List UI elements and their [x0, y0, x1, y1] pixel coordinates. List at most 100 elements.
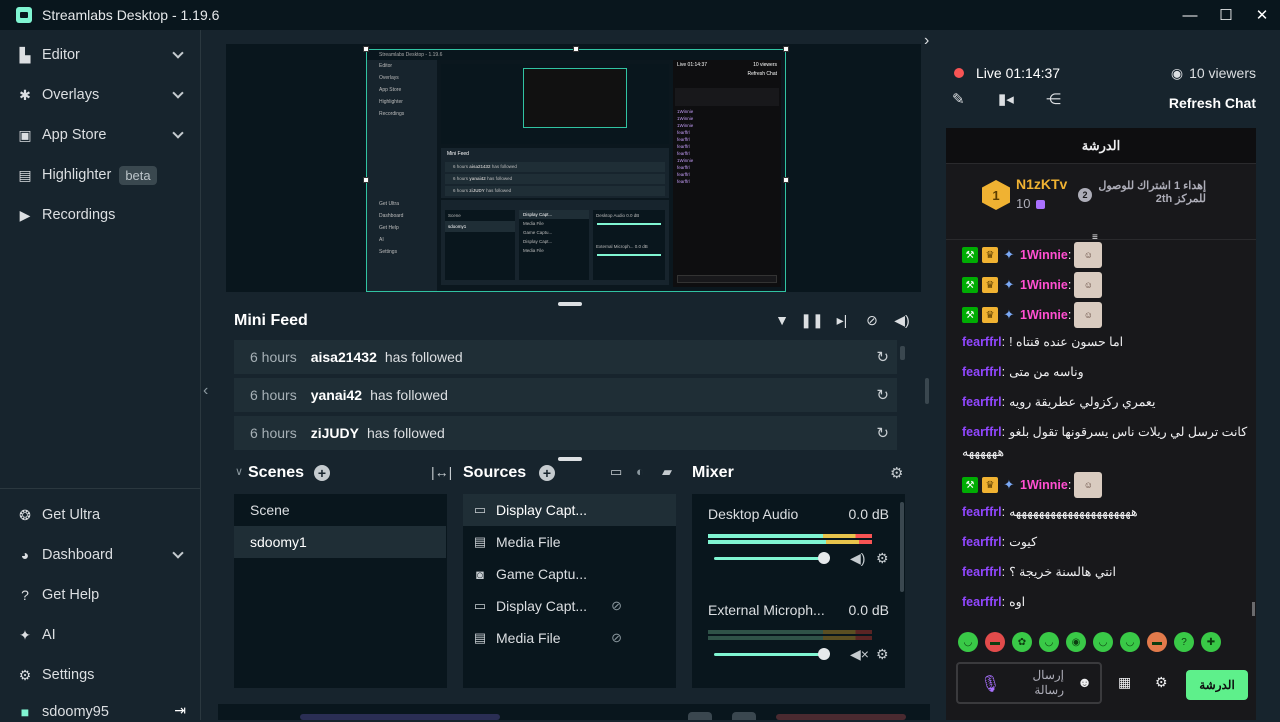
footer-button[interactable]: [688, 712, 712, 720]
sidebar-item-editor[interactable]: ▙ Editor: [0, 35, 200, 75]
smile-emote[interactable]: ◡: [1039, 632, 1059, 652]
camera-icon[interactable]: ▮◂: [998, 90, 1014, 108]
resize-handle[interactable]: [363, 177, 369, 183]
resize-handle[interactable]: [783, 177, 789, 183]
chat-username[interactable]: fearffrl: [962, 535, 1002, 549]
close-button[interactable]: ✕: [1244, 0, 1280, 30]
scene-transitions-icon[interactable]: |↔|: [431, 464, 452, 480]
resize-handle[interactable]: [363, 46, 369, 52]
replay-icon[interactable]: ↻: [876, 424, 889, 442]
speaker-muted-icon[interactable]: ◀×: [850, 646, 869, 663]
resize-handle[interactable]: [783, 46, 789, 52]
store-icon[interactable]: ▦: [1118, 674, 1131, 691]
mini-feed-scrollbar[interactable]: [900, 346, 905, 360]
stream-preview[interactable]: Streamlabs Desktop - 1.19.6 Editor Overl…: [226, 44, 921, 292]
think-emote[interactable]: ?: [1174, 632, 1194, 652]
replay-icon[interactable]: ↻: [876, 348, 889, 366]
feed-row[interactable]: 6 hours ziJUDY has followed ↻: [234, 416, 897, 450]
volume-slider[interactable]: [714, 653, 824, 656]
scene-item[interactable]: Scene: [234, 494, 446, 526]
source-item-selected[interactable]: ▭ Display Capt...: [463, 494, 676, 526]
sidebar-item-get-help[interactable]: ? Get Help: [0, 575, 200, 615]
chat-send-button[interactable]: الدرشة: [1186, 670, 1248, 700]
eye-hidden-icon[interactable]: ⊘: [611, 598, 622, 614]
source-item[interactable]: ▤ Media File: [463, 526, 676, 558]
chat-username[interactable]: fearffrl: [962, 365, 1002, 379]
chat-settings-icon[interactable]: ⚙: [1155, 674, 1168, 691]
source-item[interactable]: ▭ Display Capt... ⊘: [463, 590, 676, 622]
chat-username[interactable]: 1Winnie: [1020, 278, 1068, 292]
chevron-down-icon[interactable]: [172, 87, 184, 99]
mixer-scrollbar[interactable]: [900, 502, 904, 592]
minimize-button[interactable]: —: [1172, 0, 1208, 30]
channel-settings-icon[interactable]: ⚙: [876, 646, 889, 663]
microphone-icon[interactable]: 🎙: [980, 674, 1000, 694]
filter-icon[interactable]: ▼: [773, 311, 791, 329]
eye-emote[interactable]: ◉: [1066, 632, 1086, 652]
wave-emote[interactable]: ◡: [1120, 632, 1140, 652]
collapse-sidebar-chevron-icon[interactable]: ‹: [203, 382, 208, 400]
refresh-chat-button[interactable]: Refresh Chat: [1169, 95, 1256, 111]
resize-handle[interactable]: [573, 46, 579, 52]
chat-username[interactable]: 1Winnie: [1020, 308, 1068, 322]
emoji-picker-icon[interactable]: ☻: [1077, 674, 1092, 690]
clown-emote[interactable]: ✿: [1012, 632, 1032, 652]
sidebar-item-overlays[interactable]: ✱ Overlays: [0, 75, 200, 115]
sidebar-item-dashboard[interactable]: ◕ Dashboard: [0, 535, 200, 575]
maximize-button[interactable]: ☐: [1208, 0, 1244, 30]
chat-username[interactable]: fearffrl: [962, 335, 1002, 349]
chat-input[interactable]: 🎙 إرسال رسالة ☻: [956, 662, 1102, 704]
chat-username[interactable]: fearffrl: [962, 425, 1002, 439]
volume-icon[interactable]: ◀): [893, 311, 911, 329]
sunglasses-emote[interactable]: ▬: [1147, 632, 1167, 652]
chevron-down-icon[interactable]: [172, 547, 184, 559]
sidebar-item-ai[interactable]: ✦ AI: [0, 615, 200, 655]
chat-username[interactable]: 1Winnie: [1020, 248, 1068, 262]
account-item[interactable]: ■ sdoomy95 ⇥: [0, 702, 200, 722]
feed-row[interactable]: 6 hours yanai42 has followed ↻: [234, 378, 897, 412]
sidebar-item-get-ultra[interactable]: ❂ Get Ultra: [0, 495, 200, 535]
chevron-down-icon[interactable]: [172, 47, 184, 59]
share-icon[interactable]: ⋲: [1046, 90, 1061, 108]
volume-slider-knob[interactable]: [818, 648, 830, 660]
scene-item-selected[interactable]: sdoomy1: [234, 526, 446, 558]
pause-icon[interactable]: ❚❚: [800, 311, 823, 329]
leader-username[interactable]: N1zKTv: [1016, 176, 1067, 192]
channel-settings-icon[interactable]: ⚙: [876, 550, 889, 567]
eye-hidden-icon[interactable]: ⊘: [611, 630, 622, 646]
add-scene-icon[interactable]: +: [314, 465, 330, 481]
sidebar-item-settings[interactable]: ⚙ Settings: [0, 655, 200, 695]
volume-slider-knob[interactable]: [818, 552, 830, 564]
chat-username[interactable]: fearffrl: [962, 505, 1002, 519]
audio-source-icon[interactable]: ◐: [636, 464, 644, 479]
skip-icon[interactable]: ▸|: [833, 311, 851, 329]
source-properties-icon[interactable]: ▭: [610, 464, 622, 480]
feed-row[interactable]: 6 hours aisa21432 has followed ↻: [234, 340, 897, 374]
source-item[interactable]: ◙ Game Captu...: [463, 558, 676, 590]
logout-icon[interactable]: ⇥: [174, 702, 186, 719]
mixer-settings-icon[interactable]: ⚙: [890, 464, 903, 482]
sidebar-item-highlighter[interactable]: ▤ Highlighter beta: [0, 155, 200, 195]
display-capture-source-frame[interactable]: Streamlabs Desktop - 1.19.6 Editor Overl…: [366, 49, 786, 292]
grin-emote[interactable]: ◡: [1093, 632, 1113, 652]
main-scrollbar[interactable]: [925, 378, 929, 404]
sidebar-item-recordings[interactable]: ▶ Recordings: [0, 195, 200, 235]
collapse-live-dock-icon[interactable]: ›: [924, 32, 929, 50]
replay-icon[interactable]: ↻: [876, 386, 889, 404]
halo-emote[interactable]: ◡: [958, 632, 978, 652]
add-source-icon[interactable]: +: [539, 465, 555, 481]
chevron-down-icon[interactable]: [172, 127, 184, 139]
volume-slider[interactable]: [714, 557, 824, 560]
chat-username[interactable]: fearffrl: [962, 595, 1002, 609]
sidebar-item-app-store[interactable]: ▣ App Store: [0, 115, 200, 155]
chat-username[interactable]: 1Winnie: [1020, 478, 1068, 492]
footer-button[interactable]: [732, 712, 756, 720]
chat-username[interactable]: fearffrl: [962, 395, 1002, 409]
chat-username[interactable]: fearffrl: [962, 565, 1002, 579]
source-item[interactable]: ▤ Media File ⊘: [463, 622, 676, 654]
speaker-icon[interactable]: ◀): [850, 550, 865, 567]
chat-scrollbar[interactable]: [1252, 602, 1255, 616]
collapse-chevron-icon[interactable]: ∨: [235, 465, 243, 478]
sick-emote[interactable]: ✚: [1201, 632, 1221, 652]
edit-stream-info-icon[interactable]: ✎: [952, 90, 965, 108]
